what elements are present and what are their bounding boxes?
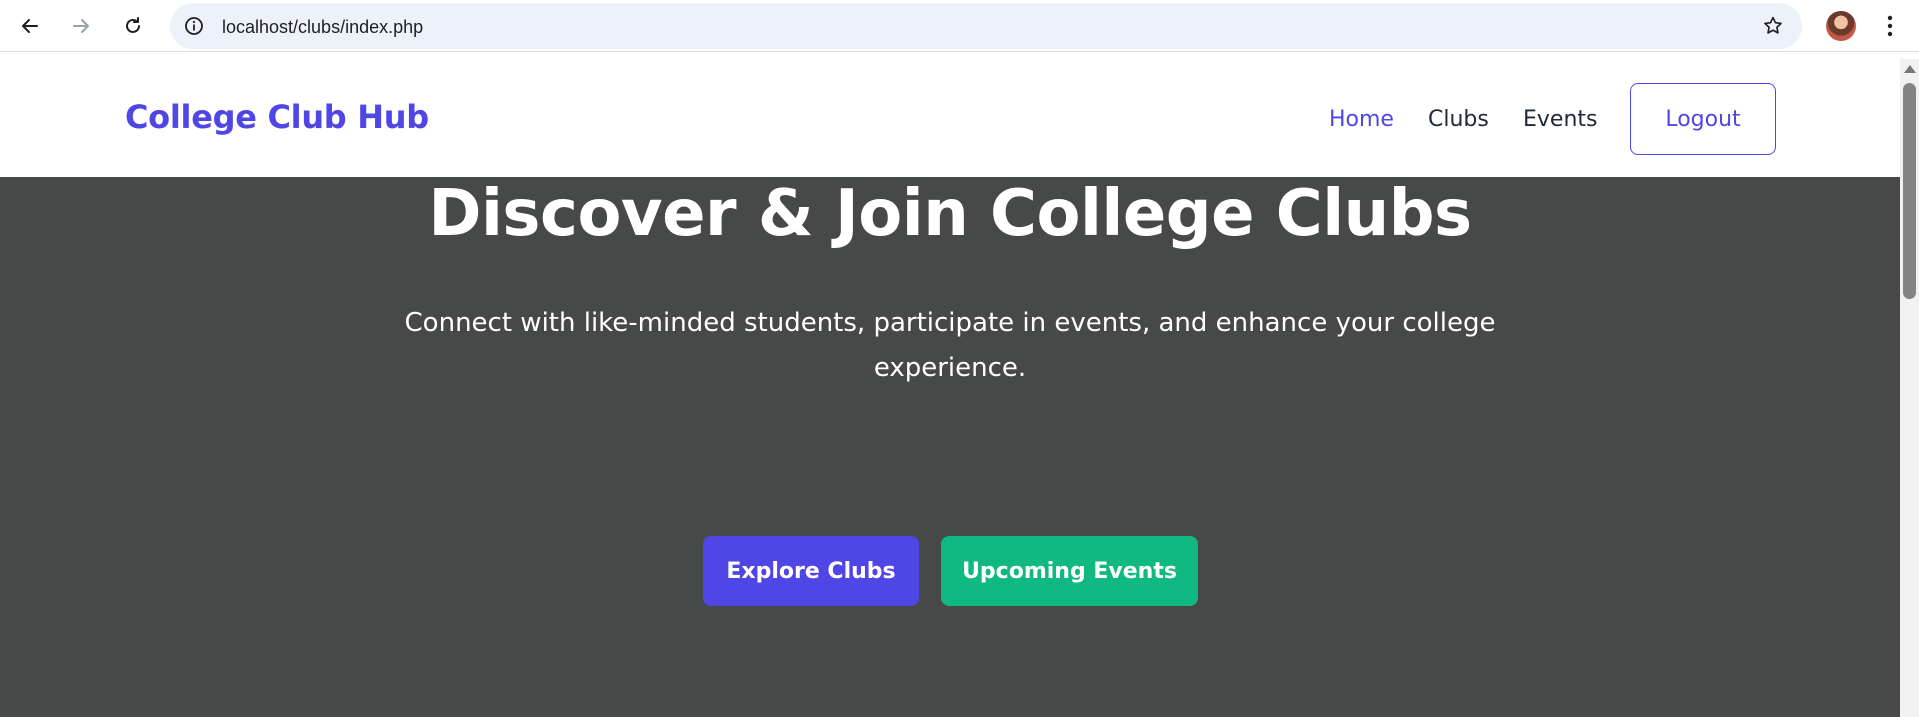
scroll-up-arrow-icon[interactable]: [1904, 65, 1916, 73]
explore-clubs-button[interactable]: Explore Clubs: [703, 536, 919, 606]
forward-icon[interactable]: [65, 10, 97, 42]
scroll-thumb[interactable]: [1903, 83, 1916, 299]
address-bar[interactable]: localhost/clubs/index.php: [170, 3, 1802, 49]
browser-toolbar: localhost/clubs/index.php: [0, 0, 1919, 52]
reload-icon[interactable]: [117, 10, 149, 42]
nav-home[interactable]: Home: [1329, 107, 1394, 132]
nav-clubs[interactable]: Clubs: [1428, 107, 1489, 132]
brand-logo[interactable]: College Club Hub: [125, 98, 429, 136]
url-text[interactable]: localhost/clubs/index.php: [222, 17, 423, 38]
info-icon[interactable]: [184, 16, 204, 36]
hero-section: [0, 177, 1900, 717]
hero-subtitle: Connect with like-minded students, parti…: [404, 308, 1496, 383]
vertical-scrollbar[interactable]: [1900, 59, 1919, 717]
star-icon[interactable]: [1762, 15, 1784, 37]
profile-avatar[interactable]: [1826, 11, 1856, 41]
nav-events[interactable]: Events: [1523, 107, 1598, 132]
more-menu-icon[interactable]: [1878, 12, 1902, 40]
hero-title: Discover & Join College Clubs: [428, 177, 1472, 251]
page-viewport: College Club Hub Home Clubs Events Logou…: [0, 59, 1900, 717]
back-icon[interactable]: [14, 10, 46, 42]
upcoming-events-button[interactable]: Upcoming Events: [941, 536, 1198, 606]
site-header: College Club Hub Home Clubs Events Logou…: [0, 59, 1900, 177]
logout-button[interactable]: Logout: [1630, 83, 1776, 155]
